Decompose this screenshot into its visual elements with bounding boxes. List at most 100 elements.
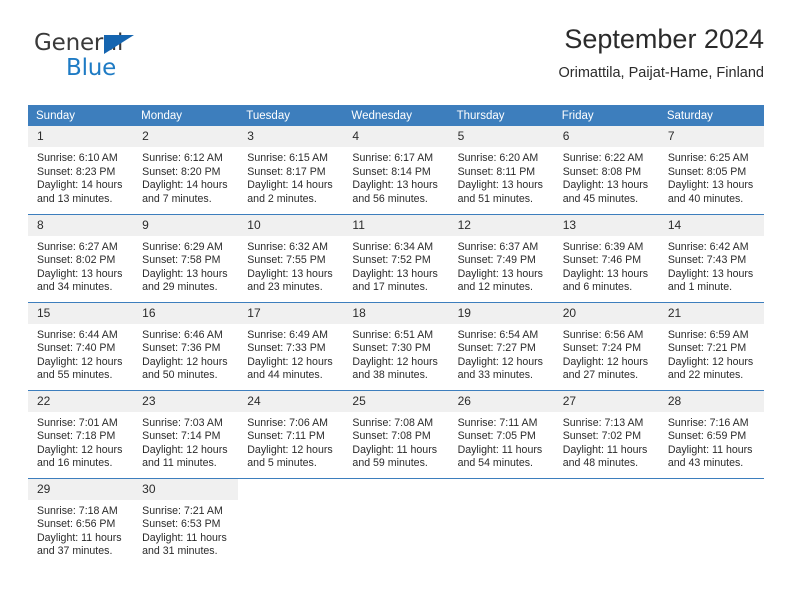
day-details: Sunrise: 6:22 AM Sunset: 8:08 PM Daylight:… xyxy=(554,147,659,206)
calendar-day-cell[interactable]: 29 Sunrise: 7:18 AM Sunset: 6:56 PM Dayligh… xyxy=(28,477,134,566)
calendar-week-row: 8 Sunrise: 6:27 AM Sunset: 8:02 PM Daylight… xyxy=(28,213,764,302)
sunrise-text: Sunrise: 6:49 AM xyxy=(247,328,328,341)
calendar-day-cell[interactable]: 5 Sunrise: 6:20 AM Sunset: 8:11 PM Daylight… xyxy=(448,126,554,214)
day-details: Sunrise: 6:34 AM Sunset: 7:52 PM Daylight:… xyxy=(343,236,448,295)
day-details: Sunrise: 6:51 AM Sunset: 7:30 PM Daylight:… xyxy=(343,324,448,383)
sunrise-text: Sunrise: 6:39 AM xyxy=(562,240,644,253)
day-details: Sunrise: 7:11 AM Sunset: 7:05 PM Daylight:… xyxy=(449,412,554,471)
calendar-day-cell[interactable]: 25 Sunrise: 7:08 AM Sunset: 7:08 PM Dayligh… xyxy=(343,389,449,478)
sunset-text: Sunset: 6:56 PM xyxy=(37,518,116,531)
calendar-day-cell[interactable]: 4 Sunrise: 6:17 AM Sunset: 8:14 PM Daylight… xyxy=(343,126,449,214)
sunset-text: Sunset: 7:46 PM xyxy=(562,254,642,267)
sunrise-text: Sunrise: 6:51 AM xyxy=(352,328,434,341)
calendar-day-cell[interactable]: 13 Sunrise: 6:39 AM Sunset: 7:46 PM Dayligh… xyxy=(553,213,659,302)
calendar-day-cell[interactable]: 24 Sunrise: 7:06 AM Sunset: 7:11 PM Dayligh… xyxy=(238,389,344,478)
day-number: 22 xyxy=(28,390,134,412)
calendar-page: General Blue September 2024 Orimattila, … xyxy=(0,0,792,612)
day-details: Sunrise: 6:12 AM Sunset: 8:20 PM Daylight:… xyxy=(133,147,238,206)
daylight-text: Daylight: 13 hours and 56 minutes. xyxy=(352,179,438,205)
general-blue-logo[interactable]: General Blue xyxy=(34,30,154,86)
calendar-day-cell[interactable]: 3 Sunrise: 6:15 AM Sunset: 8:17 PM Daylight… xyxy=(238,126,344,214)
daylight-text: Daylight: 13 hours and 40 minutes. xyxy=(667,179,754,205)
day-details: Sunrise: 6:29 AM Sunset: 7:58 PM Daylight:… xyxy=(133,236,238,295)
calendar-day-cell[interactable]: 14 Sunrise: 6:42 AM Sunset: 7:43 PM Dayligh… xyxy=(658,213,764,302)
sunset-text: Sunset: 8:17 PM xyxy=(247,165,326,178)
daylight-text: Daylight: 12 hours and 44 minutes. xyxy=(247,355,333,382)
sunset-text: Sunset: 7:52 PM xyxy=(352,254,431,267)
calendar-day-cell[interactable]: 2 Sunrise: 6:12 AM Sunset: 8:20 PM Daylight… xyxy=(133,126,239,214)
weekday-header-monday: Monday xyxy=(133,105,239,126)
calendar-day-cell[interactable]: 12 Sunrise: 6:37 AM Sunset: 7:49 PM Dayligh… xyxy=(448,213,554,302)
calendar-day-cell[interactable]: 8 Sunrise: 6:27 AM Sunset: 8:02 PM Daylight… xyxy=(28,213,134,302)
daylight-text: Daylight: 12 hours and 5 minutes. xyxy=(247,443,333,470)
sunrise-text: Sunrise: 6:25 AM xyxy=(667,152,749,164)
calendar-day-cell-empty xyxy=(658,477,764,566)
calendar-day-cell[interactable]: 11 Sunrise: 6:34 AM Sunset: 7:52 PM Dayligh… xyxy=(343,213,449,302)
day-details: Sunrise: 6:37 AM Sunset: 7:49 PM Daylight:… xyxy=(449,236,554,295)
calendar-day-cell[interactable]: 6 Sunrise: 6:22 AM Sunset: 8:08 PM Daylight… xyxy=(553,126,659,214)
calendar-day-cell-empty xyxy=(238,477,344,566)
day-number: 25 xyxy=(343,390,449,412)
weekday-header-sunday: Sunday xyxy=(28,105,134,126)
daylight-text: Daylight: 12 hours and 11 minutes. xyxy=(142,443,228,470)
day-details: Sunrise: 7:21 AM Sunset: 6:53 PM Daylight:… xyxy=(133,500,238,559)
day-details: Sunrise: 6:10 AM Sunset: 8:23 PM Daylight:… xyxy=(28,147,133,206)
sunset-text: Sunset: 8:05 PM xyxy=(667,165,747,178)
sunset-text: Sunset: 7:55 PM xyxy=(247,254,326,267)
day-number xyxy=(448,478,554,500)
daylight-text: Daylight: 11 hours and 37 minutes. xyxy=(37,531,122,558)
sunrise-text: Sunrise: 6:12 AM xyxy=(142,152,223,164)
day-number xyxy=(658,478,764,500)
weekday-header-wednesday: Wednesday xyxy=(343,105,449,126)
calendar-day-cell[interactable]: 7 Sunrise: 6:25 AM Sunset: 8:05 PM Daylight… xyxy=(658,126,764,214)
day-details: Sunrise: 6:54 AM Sunset: 7:27 PM Daylight:… xyxy=(449,324,554,383)
day-details: Sunrise: 7:03 AM Sunset: 7:14 PM Daylight:… xyxy=(133,412,238,471)
day-number: 15 xyxy=(28,302,134,324)
calendar-day-cell[interactable]: 19 Sunrise: 6:54 AM Sunset: 7:27 PM Dayligh… xyxy=(448,301,554,390)
calendar-day-cell[interactable]: 1 Sunrise: 6:10 AM Sunset: 8:23 PM Daylight… xyxy=(28,126,134,214)
day-details: Sunrise: 6:20 AM Sunset: 8:11 PM Daylight:… xyxy=(449,147,554,206)
calendar-day-cell[interactable]: 10 Sunrise: 6:32 AM Sunset: 7:55 PM Dayligh… xyxy=(238,213,344,302)
sunset-text: Sunset: 7:08 PM xyxy=(352,430,431,443)
calendar-day-cell[interactable]: 27 Sunrise: 7:13 AM Sunset: 7:02 PM Dayligh… xyxy=(553,389,659,478)
calendar-day-cell[interactable]: 18 Sunrise: 6:51 AM Sunset: 7:30 PM Dayligh… xyxy=(343,301,449,390)
sunset-text: Sunset: 7:02 PM xyxy=(562,430,642,443)
daylight-text: Daylight: 12 hours and 55 minutes. xyxy=(37,355,123,382)
daylight-text: Daylight: 11 hours and 43 minutes. xyxy=(667,443,753,470)
daylight-text: Daylight: 13 hours and 12 minutes. xyxy=(457,267,543,294)
calendar-day-cell[interactable]: 30 Sunrise: 7:21 AM Sunset: 6:53 PM Dayligh… xyxy=(133,477,239,566)
sunrise-text: Sunrise: 6:27 AM xyxy=(37,240,118,253)
sunset-text: Sunset: 7:18 PM xyxy=(37,430,116,443)
sunrise-text: Sunrise: 6:54 AM xyxy=(457,328,539,341)
calendar-week-row: 22 Sunrise: 7:01 AM Sunset: 7:18 PM Dayligh… xyxy=(28,389,764,478)
calendar-day-cell[interactable]: 26 Sunrise: 7:11 AM Sunset: 7:05 PM Dayligh… xyxy=(448,389,554,478)
weekday-header-saturday: Saturday xyxy=(658,105,764,126)
day-number: 11 xyxy=(343,214,449,236)
calendar-day-cell[interactable]: 15 Sunrise: 6:44 AM Sunset: 7:40 PM Dayligh… xyxy=(28,301,134,390)
calendar-day-cell[interactable]: 22 Sunrise: 7:01 AM Sunset: 7:18 PM Dayligh… xyxy=(28,389,134,478)
sunrise-text: Sunrise: 6:32 AM xyxy=(247,240,328,253)
logo-text-blue: Blue xyxy=(66,55,117,81)
calendar-day-cell[interactable]: 9 Sunrise: 6:29 AM Sunset: 7:58 PM Daylight… xyxy=(133,213,239,302)
calendar-day-cell[interactable]: 17 Sunrise: 6:49 AM Sunset: 7:33 PM Dayligh… xyxy=(238,301,344,390)
day-details: Sunrise: 7:18 AM Sunset: 6:56 PM Daylight:… xyxy=(28,500,133,559)
day-number: 10 xyxy=(238,214,344,236)
calendar-day-cell[interactable]: 16 Sunrise: 6:46 AM Sunset: 7:36 PM Dayligh… xyxy=(133,301,239,390)
day-details: Sunrise: 6:49 AM Sunset: 7:33 PM Daylight:… xyxy=(238,324,343,383)
daylight-text: Daylight: 14 hours and 2 minutes. xyxy=(247,179,333,205)
day-number: 3 xyxy=(238,126,344,147)
daylight-text: Daylight: 13 hours and 6 minutes. xyxy=(562,267,649,294)
day-details: Sunrise: 6:17 AM Sunset: 8:14 PM Daylight:… xyxy=(343,147,448,206)
sunrise-text: Sunrise: 7:18 AM xyxy=(37,504,118,517)
daylight-text: Daylight: 12 hours and 50 minutes. xyxy=(142,355,228,382)
day-number: 6 xyxy=(553,126,659,147)
sunrise-text: Sunrise: 7:11 AM xyxy=(457,416,538,429)
calendar-day-cell[interactable]: 28 Sunrise: 7:16 AM Sunset: 6:59 PM Dayligh… xyxy=(658,389,764,478)
calendar-day-cell[interactable]: 23 Sunrise: 7:03 AM Sunset: 7:14 PM Dayligh… xyxy=(133,389,239,478)
sunset-text: Sunset: 7:24 PM xyxy=(562,342,642,355)
sunrise-text: Sunrise: 6:46 AM xyxy=(142,328,223,341)
sunrise-text: Sunrise: 6:37 AM xyxy=(457,240,539,253)
calendar-day-cell[interactable]: 20 Sunrise: 6:56 AM Sunset: 7:24 PM Dayligh… xyxy=(553,301,659,390)
calendar-day-cell[interactable]: 21 Sunrise: 6:59 AM Sunset: 7:21 PM Dayligh… xyxy=(658,301,764,390)
day-number xyxy=(553,478,659,500)
